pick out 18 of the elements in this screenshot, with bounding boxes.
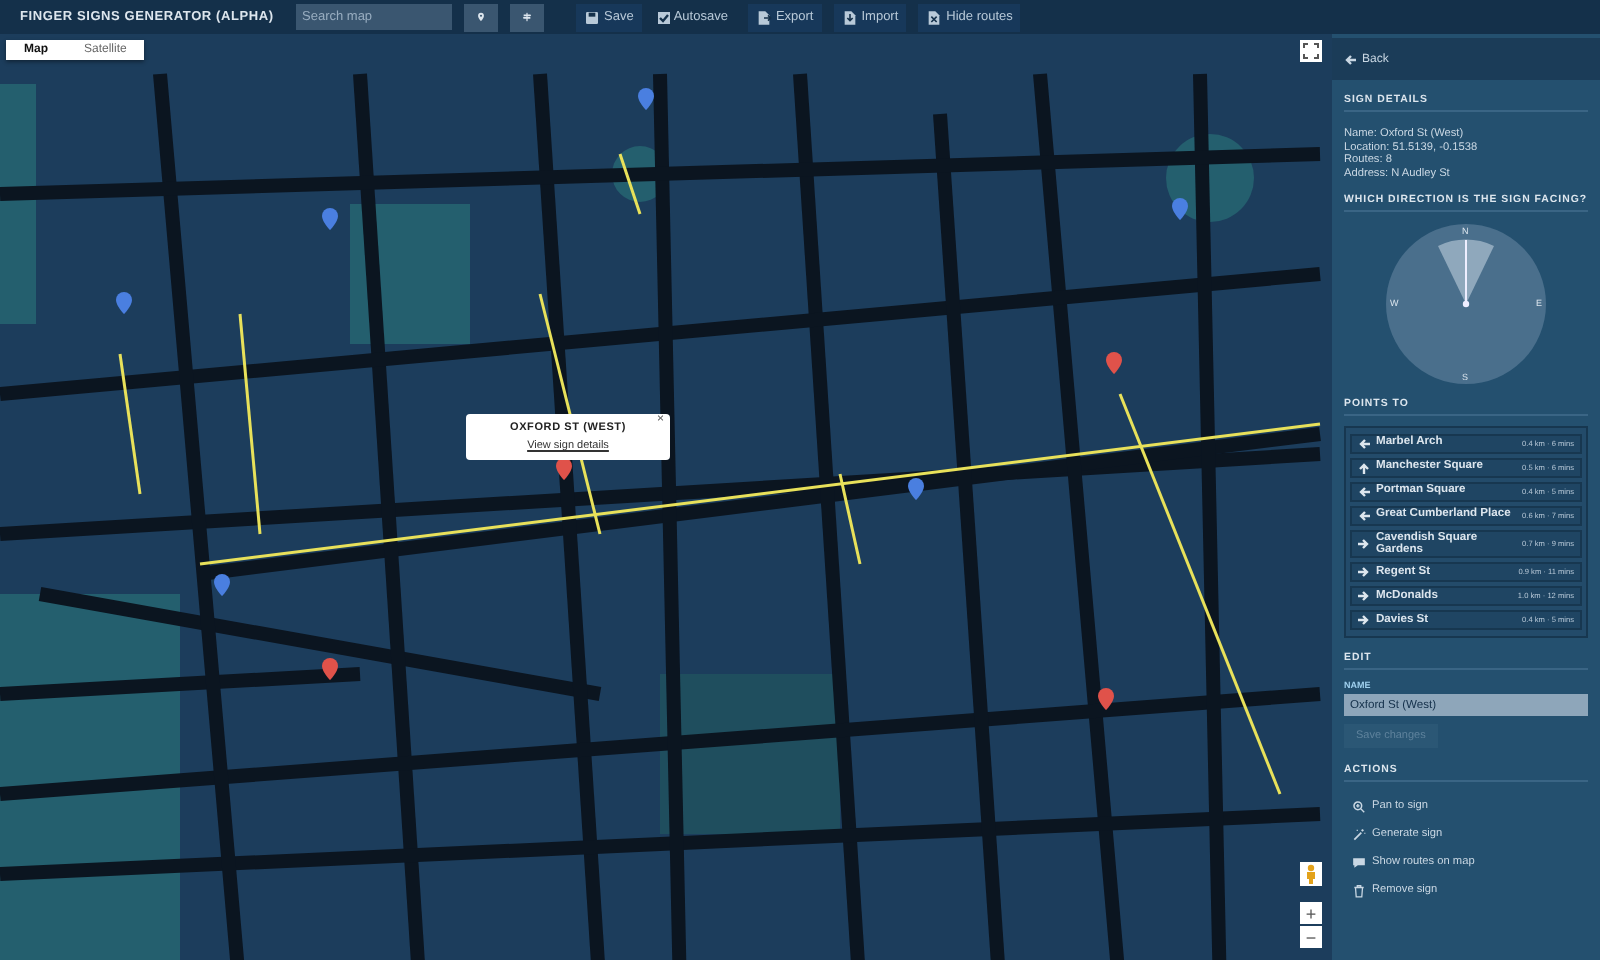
- document-icon: [755, 9, 772, 25]
- trash-icon: [1352, 883, 1366, 898]
- fullscreen-button[interactable]: [1300, 40, 1322, 62]
- zoom-out-button[interactable]: −: [1300, 926, 1322, 948]
- autosave-checkbox[interactable]: [657, 11, 670, 23]
- pin-icon: [476, 8, 486, 26]
- add-sign-button[interactable]: [510, 3, 544, 31]
- add-pin-button[interactable]: [464, 3, 498, 31]
- document-icon: [926, 9, 943, 25]
- signpost-icon: [522, 8, 532, 26]
- map-pin-icon[interactable]: [556, 458, 572, 480]
- back-arrow-icon: [1344, 53, 1356, 65]
- compass-dial[interactable]: [1384, 221, 1548, 385]
- zoom-icon: [1352, 799, 1366, 814]
- speech-bubble-icon: [1352, 855, 1366, 870]
- wand-icon: [1352, 827, 1366, 842]
- zoom-in-button[interactable]: +: [1300, 902, 1322, 924]
- document-icon: [841, 9, 858, 25]
